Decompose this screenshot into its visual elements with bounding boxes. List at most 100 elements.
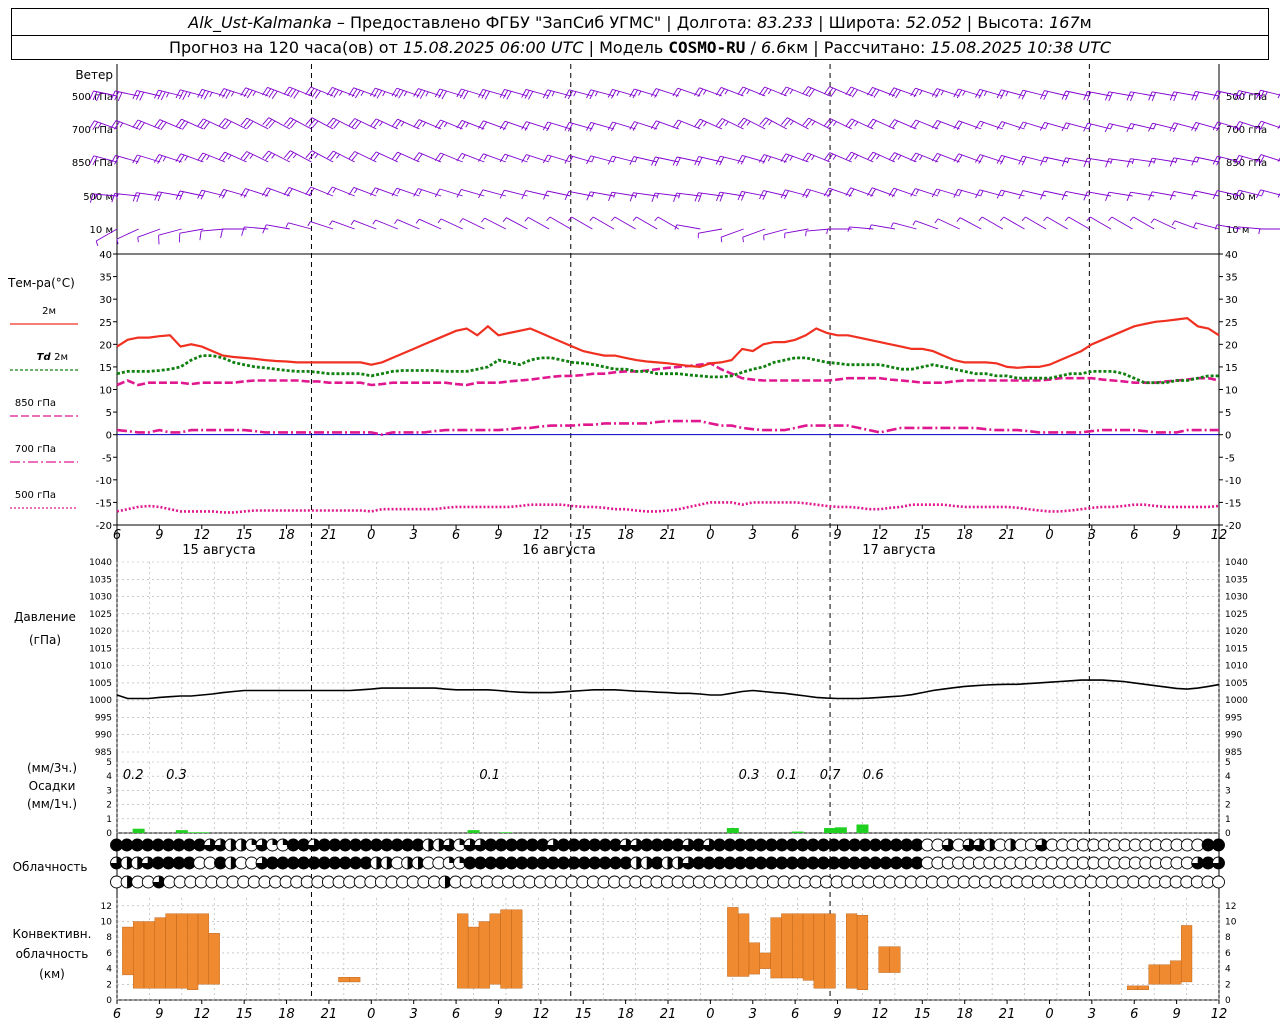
convective-cloud-bar [208, 933, 220, 985]
time-axis-bottom-tick-label: 9 [155, 1007, 163, 1022]
wind-barb [1018, 155, 1047, 166]
convective-tick-left: 2 [106, 980, 112, 990]
wind-barb [910, 152, 939, 163]
wind-barb [784, 228, 809, 239]
wind-barb [975, 189, 1004, 199]
time-axis-bottom-tick-label: 6 [1130, 1007, 1138, 1022]
pressure-tick-left: 1010 [89, 662, 112, 672]
time-axis-bottom-tick-label: 6 [452, 1007, 460, 1022]
precip-3h-amount: 0.1 [776, 768, 797, 783]
precip-3h-amount: 0.7 [820, 768, 841, 783]
wind-barb [1021, 216, 1047, 230]
wind-level-label-left: 10 м [90, 225, 113, 236]
wind-barb [326, 186, 355, 197]
convective-tick-left: 12 [101, 902, 112, 912]
pressure-tick-left: 1030 [89, 593, 112, 603]
temp-legend-label-italic: Td [37, 352, 54, 363]
convective-cloud-bar [349, 977, 361, 983]
wind-barb [1061, 122, 1090, 132]
convective-cloud-bar [1180, 925, 1193, 983]
wind-barb [1083, 122, 1112, 132]
precip-3h-amount: 0.2 [123, 768, 144, 783]
convective-tick-right: 6 [1225, 949, 1231, 959]
pressure-tick-left: 1020 [89, 627, 112, 637]
precip-bar [132, 828, 145, 833]
wind-title: Ветер [75, 68, 113, 82]
cloudiness-title: Облачность [13, 860, 88, 874]
wind-barb [956, 217, 982, 230]
wind-barb [720, 228, 744, 243]
convective-cloud-bar [770, 917, 782, 979]
wind-barb [910, 119, 939, 130]
time-axis-bottom-tick-label: 12 [193, 1007, 210, 1022]
precip-tick-left: 4 [106, 772, 112, 782]
time-axis-bottom-tick-label: 9 [494, 1007, 502, 1022]
pressure-tick-left: 1015 [89, 644, 112, 654]
convective-cloud-bar [1170, 960, 1182, 985]
wind-barb [1150, 218, 1176, 230]
pressure-tick-right: 1020 [1225, 627, 1248, 637]
convective-cloud-bar [813, 913, 825, 989]
wind-barb [329, 220, 355, 230]
convective-cloud-bar [846, 913, 858, 989]
time-axis-bottom-tick-label: 3 [1088, 1007, 1096, 1022]
wind-barb [931, 119, 960, 130]
time-axis-bottom-tick-label: 21 [999, 1007, 1016, 1022]
wind-barb [978, 216, 1004, 230]
wind-barb [975, 154, 1004, 164]
time-axis-bottom-tick-label: 21 [660, 1007, 677, 1022]
precip-tick-right: 0 [1225, 829, 1231, 839]
wind-barb [348, 186, 377, 197]
time-axis-top-tick-label: 15 [236, 528, 253, 543]
wind-barb [394, 219, 420, 230]
convective-cloud-bar [1126, 985, 1139, 991]
convective-cloud-bar [1159, 964, 1171, 985]
wind-barb [434, 152, 463, 163]
temp-tick-left: -15 [96, 498, 112, 509]
time-axis-top-tick-label: 9 [155, 528, 163, 543]
temp-tick-right: -10 [1225, 476, 1241, 487]
precip-3h-amount: 0.1 [479, 768, 500, 783]
wind-barb [197, 88, 226, 100]
wind-barb [370, 187, 399, 197]
wind-barb [912, 220, 939, 230]
time-axis-top-tick-label: 6 [791, 528, 799, 543]
precip-title-1h: (мм/1ч.) [27, 797, 77, 811]
wind-barb [391, 187, 420, 197]
wind-barb [564, 154, 593, 164]
time-axis-bottom-tick-label: 3 [749, 1007, 757, 1022]
pressure-unit: (гПа) [29, 633, 61, 647]
precip-tick-left: 0 [106, 829, 112, 839]
wind-barb [742, 228, 766, 243]
temp-tick-right: 20 [1225, 340, 1238, 351]
convective-cloud-bar [133, 921, 145, 989]
convective-cloud-bar [478, 921, 490, 989]
convective-cloud-bar [143, 921, 156, 989]
wind-barb [632, 216, 658, 230]
wind-barb [178, 228, 204, 243]
temp-legend-label: 2м [42, 306, 56, 317]
temp-legend-label: 700 гПа [15, 444, 56, 455]
wind-level-label-left: 500 м [83, 192, 113, 203]
wind-barb [456, 152, 485, 163]
convective-tick-left: 10 [101, 918, 113, 928]
time-axis-top-tick-label: 6 [452, 528, 460, 543]
wind-barb [805, 228, 831, 237]
time-axis-bottom-tick-label: 9 [1172, 1007, 1180, 1022]
temp-legend-label: 500 гПа [15, 490, 56, 501]
temp-series-t500 [116, 501, 1220, 514]
pressure-tick-right: 985 [1225, 748, 1242, 758]
convective-cloud-bar [457, 913, 469, 989]
precip-bar [726, 828, 739, 833]
convective-cloud-bar [748, 942, 761, 975]
convective-tick-left: 6 [106, 949, 112, 959]
wind-barb [137, 228, 161, 243]
precip-bar [834, 827, 847, 833]
convective-cloud-bar [856, 915, 869, 990]
time-axis-top-tick-label: 21 [999, 528, 1016, 543]
wind-level-label-left: 700 гПа [72, 125, 113, 136]
temp-tick-left: 15 [99, 363, 112, 374]
wind-barb [763, 228, 787, 241]
convective-cloud-bar [467, 926, 480, 989]
wind-barb [607, 155, 636, 165]
